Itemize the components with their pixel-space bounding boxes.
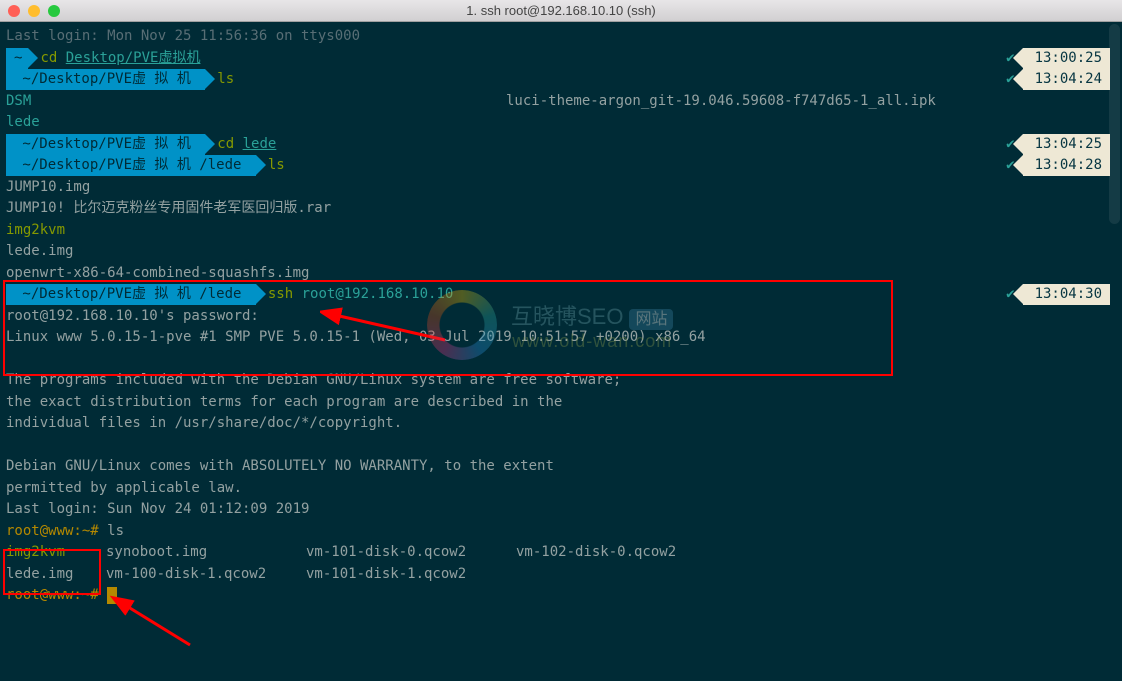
- ssh-uname: Linux www 5.0.15-1-pve #1 SMP PVE 5.0.15…: [6, 327, 706, 349]
- remote-prompt: root@www:~#: [6, 521, 99, 543]
- prompt-pve: ~/Desktop/PVE虚 拟 机: [6, 69, 205, 90]
- remote-ls-output: vm-100-disk-1.qcow2: [106, 564, 306, 586]
- remote-ls-output: lede.img: [6, 564, 106, 586]
- scrollbar-thumb[interactable]: [1109, 24, 1120, 224]
- prompt-lede: ~/Desktop/PVE虚 拟 机 /lede: [6, 284, 256, 305]
- motd-line: The programs included with the Debian GN…: [6, 370, 621, 392]
- ls-output: openwrt-x86-64-combined-squashfs.img: [6, 263, 309, 285]
- scrollbar[interactable]: [1108, 22, 1122, 681]
- ssh-password-prompt: root@192.168.10.10's password:: [6, 306, 259, 328]
- time-badge: 13:04:28: [1023, 155, 1110, 176]
- remote-ls-output: vm-101-disk-1.qcow2: [306, 564, 516, 586]
- cmd-ls: ls: [268, 155, 285, 177]
- last-login-local: Last login: Mon Nov 25 11:56:36 on ttys0…: [6, 26, 360, 48]
- remote-last-login: Last login: Sun Nov 24 01:12:09 2019: [6, 499, 309, 521]
- arg-cd-lede: lede: [243, 134, 277, 156]
- ls-output: luci-theme-argon_git-19.046.59608-f747d6…: [506, 91, 1006, 113]
- remote-ls-output: img2kvm: [6, 542, 106, 564]
- time-badge: 13:04:25: [1023, 134, 1110, 155]
- ls-output: lede.img: [6, 241, 73, 263]
- ls-output: img2kvm: [6, 220, 65, 242]
- cursor-block: [107, 587, 117, 604]
- remote-ls-output: vm-102-disk-0.qcow2: [516, 542, 676, 564]
- ls-output: DSM: [6, 91, 506, 113]
- prompt-lede: ~/Desktop/PVE虚 拟 机 /lede: [6, 155, 256, 176]
- ls-output: JUMP10.img: [6, 177, 90, 199]
- cmd-cd: cd: [217, 134, 234, 156]
- motd-line: individual files in /usr/share/doc/*/cop…: [6, 413, 402, 435]
- ls-output: lede: [6, 112, 506, 134]
- remote-prompt: root@www:~#: [6, 585, 99, 607]
- arg-ssh: root@192.168.10.10: [302, 284, 454, 306]
- arg-cd-pve: Desktop/PVE虚拟机: [66, 48, 201, 70]
- motd-line: the exact distribution terms for each pr…: [6, 392, 562, 414]
- time-badge: 13:04:30: [1023, 284, 1110, 305]
- motd-line: Debian GNU/Linux comes with ABSOLUTELY N…: [6, 456, 554, 478]
- window-titlebar: 1. ssh root@192.168.10.10 (ssh): [0, 0, 1122, 22]
- time-badge: 13:04:24: [1023, 69, 1110, 90]
- cmd-remote-ls: ls: [107, 521, 124, 543]
- cmd-ls: ls: [217, 69, 234, 91]
- window-title: 1. ssh root@192.168.10.10 (ssh): [0, 3, 1122, 18]
- time-badge: 13:00:25: [1023, 48, 1110, 69]
- motd-line: permitted by applicable law.: [6, 478, 242, 500]
- terminal-body[interactable]: Last login: Mon Nov 25 11:56:36 on ttys0…: [0, 22, 1122, 611]
- remote-ls-output: synoboot.img: [106, 542, 306, 564]
- ls-output: JUMP10! 比尔迈克粉丝专用固件老军医回归版.rar: [6, 198, 331, 220]
- remote-ls-output: vm-101-disk-0.qcow2: [306, 542, 516, 564]
- prompt-pve: ~/Desktop/PVE虚 拟 机: [6, 134, 205, 155]
- cmd-ssh: ssh: [268, 284, 293, 306]
- prompt-home: ~: [6, 48, 28, 69]
- cmd-cd: cd: [40, 48, 57, 70]
